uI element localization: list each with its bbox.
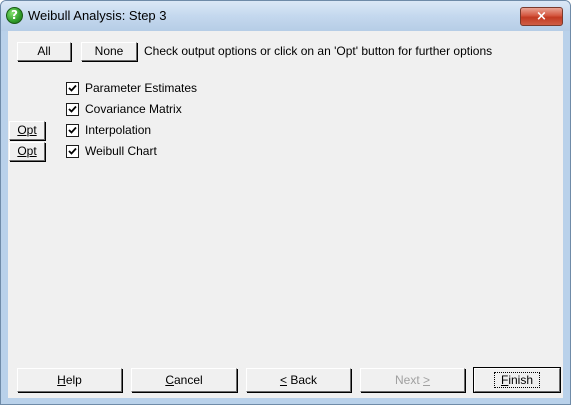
back-mnemonic: <	[279, 373, 287, 387]
option-row: Covariance Matrix	[8, 102, 563, 118]
opt-button-label: Opt	[17, 123, 37, 137]
checkmark-icon	[68, 105, 77, 113]
option-label: Covariance Matrix	[85, 102, 182, 116]
checkmark-icon	[68, 126, 77, 134]
finish-label: inish	[508, 373, 534, 387]
help-button[interactable]: Help	[17, 368, 122, 392]
select-none-label: None	[94, 44, 124, 58]
option-checkbox[interactable]	[66, 82, 79, 95]
back-label: Back	[287, 373, 318, 387]
checkmark-icon	[68, 84, 77, 92]
close-button[interactable]: ×	[520, 7, 563, 26]
next-button[interactable]: Next >	[360, 368, 465, 392]
window-title: Weibull Analysis: Step 3	[28, 8, 167, 23]
cancel-mnemonic: C	[165, 373, 174, 387]
help-question-icon: ?	[6, 7, 23, 24]
option-row: Opt Interpolation	[8, 121, 563, 140]
option-label: Parameter Estimates	[85, 81, 198, 95]
opt-button-label: Opt	[17, 144, 37, 158]
next-label: Next	[394, 373, 423, 387]
option-label: Weibull Chart	[85, 144, 157, 158]
cancel-label: ancel	[173, 373, 203, 387]
finish-focus-rect: Finish	[493, 372, 541, 388]
finish-button[interactable]: Finish	[474, 368, 560, 392]
opt-button[interactable]: Opt	[9, 121, 45, 140]
help-mnemonic: H	[57, 373, 66, 387]
option-checkbox[interactable]	[66, 145, 79, 158]
close-icon: ×	[536, 9, 547, 24]
help-label: elp	[65, 373, 82, 387]
option-row: Opt Weibull Chart	[8, 142, 563, 161]
dialog-window: ? Weibull Analysis: Step 3 × All None Ch…	[0, 0, 571, 405]
option-checkbox[interactable]	[66, 124, 79, 137]
title-bar[interactable]: ? Weibull Analysis: Step 3 ×	[1, 1, 570, 31]
dialog-body: All None Check output options or click o…	[8, 31, 563, 398]
cancel-button[interactable]: Cancel	[131, 368, 237, 392]
option-row: Parameter Estimates	[8, 81, 563, 97]
back-button[interactable]: < Back	[246, 368, 351, 392]
instruction-text: Check output options or click on an 'Opt…	[144, 44, 493, 58]
checkmark-icon	[68, 147, 77, 155]
select-all-label: All	[37, 44, 51, 58]
opt-button[interactable]: Opt	[9, 142, 45, 161]
select-none-button[interactable]: None	[81, 42, 137, 61]
option-label: Interpolation	[85, 123, 152, 137]
select-all-button[interactable]: All	[17, 42, 71, 61]
option-checkbox[interactable]	[66, 103, 79, 116]
next-mnemonic: >	[423, 373, 431, 387]
